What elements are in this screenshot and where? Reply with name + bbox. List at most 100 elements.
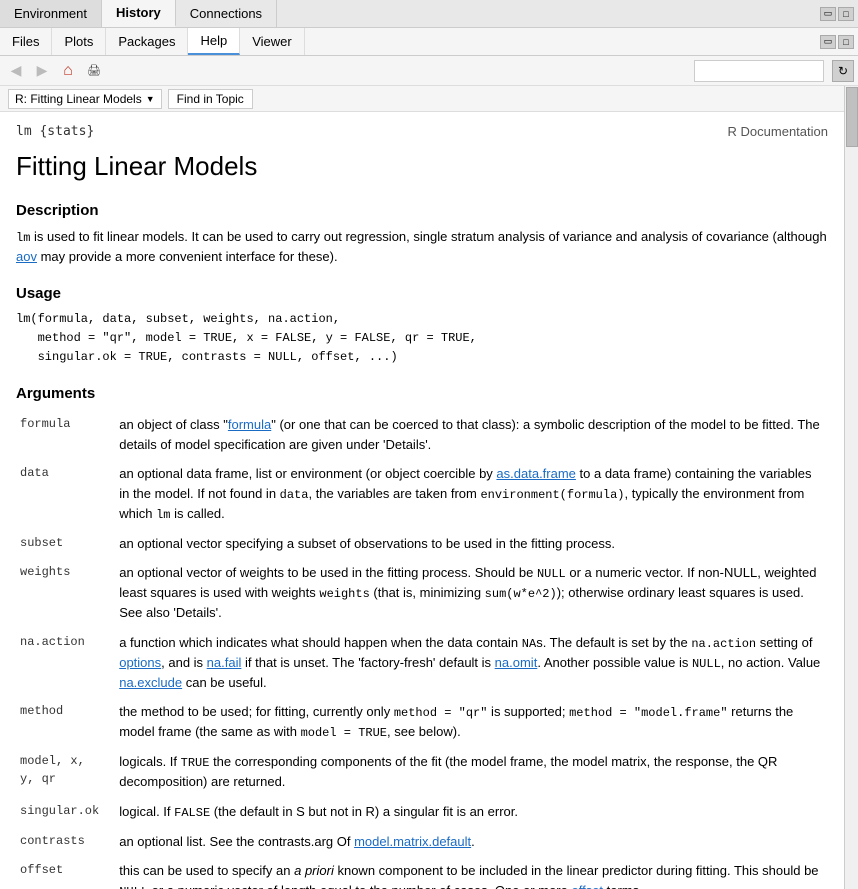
tab-plots[interactable]: Plots [52,28,106,55]
minimize-button-2[interactable]: ▭ [820,35,836,49]
forward-icon: ▶ [37,62,48,79]
arg-contrasts: contrasts an optional list. See the cont… [16,827,828,857]
arg-data-name: data [20,466,49,480]
sum-code: sum(w*e^2) [485,587,557,601]
arg-subset-name: subset [20,536,63,550]
method-qr-code: method = "qr" [394,706,488,720]
arg-weights-name: weights [20,565,70,579]
scrollbar-track[interactable] [844,86,858,889]
arg-offset-name: offset [20,863,63,877]
nav-toolbar: ◀ ▶ ⌂ 🖨 ↻ [0,56,858,86]
print-button[interactable]: 🖨 [82,60,106,82]
maximize-button-2[interactable]: □ [838,35,854,49]
arg-formula-name: formula [20,417,70,431]
lm-code-2: lm [156,508,170,522]
offset-link[interactable]: offset [571,883,603,889]
env-formula-code: environment(formula) [480,488,624,502]
a-priori-italic: a priori [294,863,334,878]
content-area[interactable]: lm {stats} R Documentation Fitting Linea… [0,112,858,889]
arg-offset-desc: this can be used to specify an a priori … [115,856,828,889]
nas-code: NA [522,637,536,651]
arg-singular-ok: singular.ok logical. If FALSE (the defau… [16,797,828,827]
arg-weights: weights an optional vector of weights to… [16,558,828,628]
arg-offset: offset this can be used to specify an a … [16,856,828,889]
arguments-heading: Arguments [16,385,828,402]
model-matrix-default-link[interactable]: model.matrix.default [354,834,471,849]
maximize-button[interactable]: □ [838,7,854,21]
arg-na-action-name: na.action [20,635,85,649]
as-data-frame-link[interactable]: as.data.frame [496,466,576,481]
data-code: data [280,488,309,502]
tab-history[interactable]: History [102,0,176,27]
topic-dropdown[interactable]: R: Fitting Linear Models ▼ [8,89,162,109]
model-true-code: model = TRUE [301,726,387,740]
arg-model-name: model, x,y, qr [20,754,85,786]
arg-na-action-desc: a function which indicates what should h… [115,628,828,698]
chevron-down-icon: ▼ [146,94,155,104]
usage-heading: Usage [16,285,828,302]
home-icon: ⌂ [63,62,73,80]
topic-bar: R: Fitting Linear Models ▼ Find in Topic [0,86,858,112]
refresh-button[interactable]: ↻ [832,60,854,82]
tab-connections[interactable]: Connections [176,0,277,27]
minimize-button[interactable]: ▭ [820,7,836,21]
na-omit-link[interactable]: na.omit [495,655,538,670]
arg-na-action: na.action a function which indicates wha… [16,628,828,698]
aov-link[interactable]: aov [16,249,37,264]
arg-subset-desc: an optional vector specifying a subset o… [115,529,828,559]
null-code-3: NULL [119,885,148,889]
arg-model-desc: logicals. If TRUE the corresponding comp… [115,747,828,797]
arg-method-desc: the method to be used; for fitting, curr… [115,697,828,747]
search-input[interactable] [694,60,824,82]
arg-singular-name: singular.ok [20,804,99,818]
arg-data-desc: an optional data frame, list or environm… [115,459,828,529]
arg-method-name: method [20,704,63,718]
arg-singular-desc: logical. If FALSE (the default in S but … [115,797,828,827]
false-code: FALSE [174,806,210,820]
tab-files[interactable]: Files [0,28,52,55]
forward-button[interactable]: ▶ [30,60,54,82]
usage-code: lm(formula, data, subset, weights, na.ac… [16,310,828,368]
arg-method: method the method to be used; for fittin… [16,697,828,747]
refresh-icon: ↻ [838,64,848,78]
arg-weights-desc: an optional vector of weights to be used… [115,558,828,628]
tab-environment[interactable]: Environment [0,0,102,27]
tab-help[interactable]: Help [188,28,240,55]
home-button[interactable]: ⌂ [56,60,80,82]
back-button[interactable]: ◀ [4,60,28,82]
arg-model-x-y-qr: model, x,y, qr logicals. If TRUE the cor… [16,747,828,797]
lm-code: lm [16,231,30,245]
formula-link[interactable]: formula [228,417,271,432]
true-code: TRUE [181,756,210,770]
search-area [694,60,824,82]
arguments-table: formula an object of class "formula" (or… [16,410,828,889]
arg-formula-desc: an object of class "formula" (or one tha… [115,410,828,459]
doc-header: lm {stats} R Documentation [16,124,828,139]
scrollbar-thumb[interactable] [846,87,858,147]
print-icon: 🖨 [87,64,101,77]
r-documentation-label: R Documentation [728,124,828,139]
arg-contrasts-name: contrasts [20,834,85,848]
second-tab-bar: Files Plots Packages Help Viewer ▭ □ [0,28,858,56]
null-code-1: NULL [537,567,566,581]
window-controls-top: ▭ □ [820,0,858,27]
method-frame-code: method = "model.frame" [569,706,727,720]
description-heading: Description [16,202,828,219]
arg-data: data an optional data frame, list or env… [16,459,828,529]
na-action-code: na.action [691,637,756,651]
options-link[interactable]: options [119,655,161,670]
tab-viewer[interactable]: Viewer [240,28,305,55]
weights-code: weights [319,587,369,601]
na-exclude-link[interactable]: na.exclude [119,675,182,690]
na-fail-link[interactable]: na.fail [207,655,242,670]
arg-contrasts-desc: an optional list. See the contrasts.arg … [115,827,828,857]
description-text: lm is used to fit linear models. It can … [16,227,828,267]
null-code-2: NULL [692,657,721,671]
arg-subset: subset an optional vector specifying a s… [16,529,828,559]
top-tab-bar: Environment History Connections ▭ □ [0,0,858,28]
back-icon: ◀ [11,62,22,79]
window-controls-second: ▭ □ [820,28,858,55]
tab-packages[interactable]: Packages [106,28,188,55]
find-in-topic-button[interactable]: Find in Topic [168,89,253,109]
lm-stats-label: lm {stats} [16,124,94,139]
